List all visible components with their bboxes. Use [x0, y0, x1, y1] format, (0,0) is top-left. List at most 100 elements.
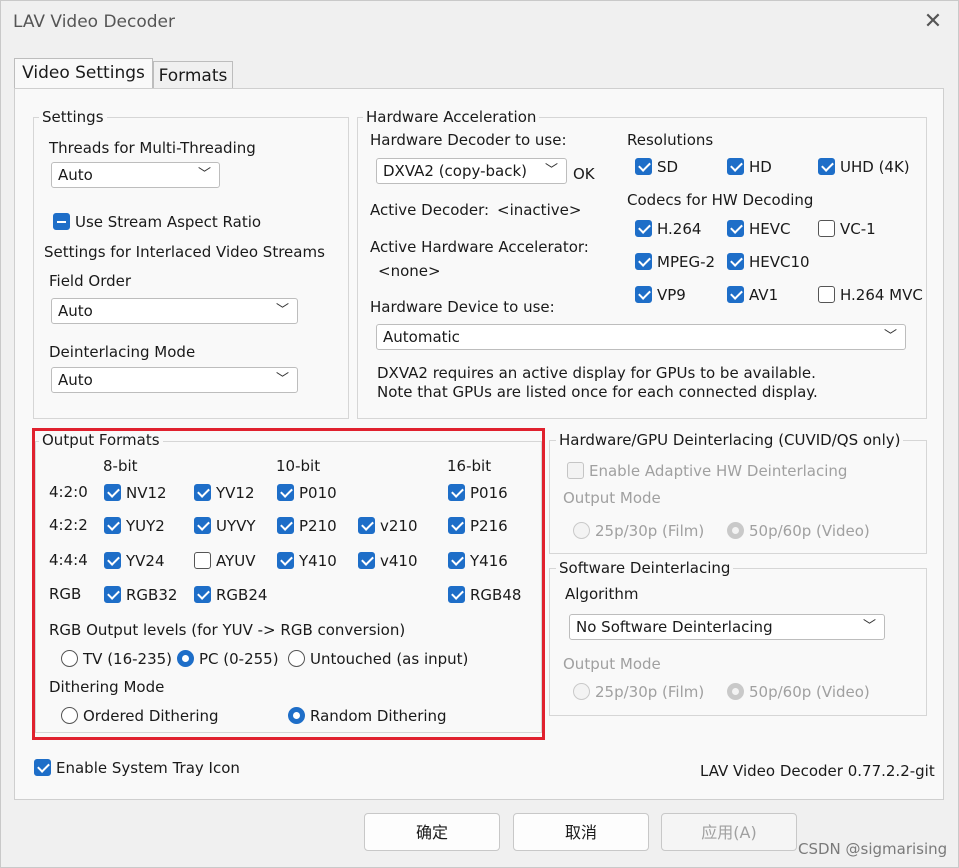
- close-icon[interactable]: ✕: [920, 10, 946, 34]
- hw-film-radio[interactable]: 25p/30p (Film): [573, 521, 704, 540]
- sw-film-radio[interactable]: 25p/30p (Film): [573, 682, 704, 701]
- codec-label: H.264: [657, 219, 702, 238]
- codec-label: MPEG-2: [657, 252, 716, 271]
- res-uhd-checkbox[interactable]: UHD (4K): [818, 157, 910, 176]
- chevron-down-icon: ﹀: [862, 619, 876, 634]
- codec-label: VP9: [657, 285, 686, 304]
- tab-formats[interactable]: Formats: [153, 61, 233, 90]
- apply-button[interactable]: 应用(A): [661, 813, 797, 851]
- resolutions-label: Resolutions: [627, 131, 714, 149]
- active-accel-label: Active Hardware Accelerator:: [370, 238, 589, 256]
- highlight-annotation-box: [32, 428, 545, 740]
- checkbox-box: [635, 253, 652, 270]
- codec-mpeg2-checkbox[interactable]: MPEG-2: [635, 252, 715, 271]
- codec-label: HEVC10: [749, 252, 810, 271]
- radio-label: 50p/60p (Video): [749, 682, 870, 701]
- hw-device-label: Hardware Device to use:: [370, 298, 555, 316]
- res-hd-checkbox[interactable]: HD: [727, 157, 772, 176]
- hw-video-radio[interactable]: 50p/60p (Video): [727, 521, 870, 540]
- field-order-select[interactable]: Auto ﹀: [51, 298, 298, 324]
- ok-button[interactable]: 确定: [364, 813, 500, 851]
- codecs-label: Codecs for HW Decoding: [627, 191, 814, 209]
- checkbox-box: [818, 286, 835, 303]
- res-sd-checkbox[interactable]: SD: [635, 157, 678, 176]
- codec-label: VC-1: [840, 219, 876, 238]
- hw-decoder-label: Hardware Decoder to use:: [370, 131, 567, 149]
- field-order-value: Auto: [58, 302, 93, 320]
- hw-decoder-value: DXVA2 (copy-back): [383, 162, 528, 180]
- checkbox-box: [727, 158, 744, 175]
- hw-decoder-select[interactable]: DXVA2 (copy-back) ﹀: [376, 158, 567, 184]
- threads-label: Threads for Multi-Threading: [49, 139, 256, 157]
- cancel-button[interactable]: 取消: [513, 813, 649, 851]
- threads-select[interactable]: Auto ﹀: [51, 162, 220, 188]
- active-decoder-value: <inactive>: [497, 201, 582, 219]
- codec-h264-checkbox[interactable]: H.264: [635, 219, 701, 238]
- radio-label: 25p/30p (Film): [595, 682, 705, 701]
- tab-video-settings[interactable]: Video Settings: [14, 58, 153, 90]
- algorithm-label: Algorithm: [565, 585, 639, 603]
- hw-decoder-status: OK: [573, 165, 595, 183]
- checkbox-box: [53, 213, 70, 230]
- stream-aspect-checkbox[interactable]: Use Stream Aspect Ratio: [53, 212, 261, 231]
- codec-hevc10-checkbox[interactable]: HEVC10: [727, 252, 810, 271]
- hw-note-line1: DXVA2 requires an active display for GPU…: [377, 364, 816, 382]
- checkbox-box: [635, 220, 652, 237]
- settings-group-title: Settings: [39, 108, 107, 126]
- hw-accel-group-title: Hardware Acceleration: [363, 108, 540, 126]
- radio-circle: [727, 522, 744, 539]
- radio-label: 25p/30p (Film): [595, 521, 705, 540]
- hw-deint-title: Hardware/GPU Deinterlacing (CUVID/QS onl…: [556, 431, 904, 449]
- codec-label: AV1: [749, 285, 779, 304]
- chevron-down-icon: ﹀: [275, 372, 289, 387]
- codec-vc1-checkbox[interactable]: VC-1: [818, 219, 876, 238]
- checkbox-box: [635, 286, 652, 303]
- checkbox-box: [635, 158, 652, 175]
- radio-circle: [573, 522, 590, 539]
- codec-h264mvc-checkbox[interactable]: H.264 MVC: [818, 285, 923, 304]
- hw-device-value: Automatic: [383, 328, 460, 346]
- deinterlacing-label: Deinterlacing Mode: [49, 343, 196, 361]
- active-decoder-label: Active Decoder:: [370, 201, 490, 219]
- chevron-down-icon: ﹀: [197, 167, 211, 182]
- threads-value: Auto: [58, 166, 93, 184]
- sw-video-radio[interactable]: 50p/60p (Video): [727, 682, 870, 701]
- chevron-down-icon: ﹀: [544, 163, 558, 178]
- res-hd-label: HD: [749, 157, 772, 176]
- version-label: LAV Video Decoder 0.77.2.2-git: [700, 762, 935, 780]
- sw-output-mode-label: Output Mode: [563, 655, 661, 673]
- checkbox-box: [727, 220, 744, 237]
- codec-hevc-checkbox[interactable]: HEVC: [727, 219, 791, 238]
- res-uhd-label: UHD (4K): [840, 157, 910, 176]
- chevron-down-icon: ﹀: [275, 303, 289, 318]
- watermark: CSDN @sigmarising: [798, 840, 948, 858]
- adaptive-hw-deint-label: Enable Adaptive HW Deinterlacing: [589, 461, 848, 480]
- res-sd-label: SD: [657, 157, 679, 176]
- codec-vp9-checkbox[interactable]: VP9: [635, 285, 686, 304]
- active-accel-value: <none>: [378, 262, 441, 280]
- radio-label: 50p/60p (Video): [749, 521, 870, 540]
- window-title: LAV Video Decoder: [13, 12, 176, 32]
- radio-circle: [573, 683, 590, 700]
- adaptive-hw-deint-checkbox[interactable]: Enable Adaptive HW Deinterlacing: [567, 461, 847, 480]
- hw-note-line2: Note that GPUs are listed once for each …: [377, 383, 818, 401]
- tray-icon-label: Enable System Tray Icon: [56, 758, 240, 777]
- deinterlacing-value: Auto: [58, 371, 93, 389]
- checkbox-box: [567, 462, 584, 479]
- interlaced-label: Settings for Interlaced Video Streams: [44, 243, 325, 261]
- deinterlacing-select[interactable]: Auto ﹀: [51, 367, 298, 393]
- hw-device-select[interactable]: Automatic ﹀: [376, 324, 906, 350]
- sw-deint-title: Software Deinterlacing: [556, 559, 734, 577]
- codec-label: H.264 MVC: [840, 285, 923, 304]
- checkbox-box: [727, 286, 744, 303]
- hw-output-mode-label: Output Mode: [563, 489, 661, 507]
- field-order-label: Field Order: [49, 272, 132, 290]
- stream-aspect-label: Use Stream Aspect Ratio: [75, 212, 262, 231]
- checkbox-box: [727, 253, 744, 270]
- algorithm-select[interactable]: No Software Deinterlacing ﹀: [569, 614, 885, 640]
- tray-icon-checkbox[interactable]: Enable System Tray Icon: [34, 758, 240, 777]
- algorithm-value: No Software Deinterlacing: [576, 618, 773, 636]
- checkbox-box: [34, 759, 51, 776]
- codec-av1-checkbox[interactable]: AV1: [727, 285, 778, 304]
- checkbox-box: [818, 220, 835, 237]
